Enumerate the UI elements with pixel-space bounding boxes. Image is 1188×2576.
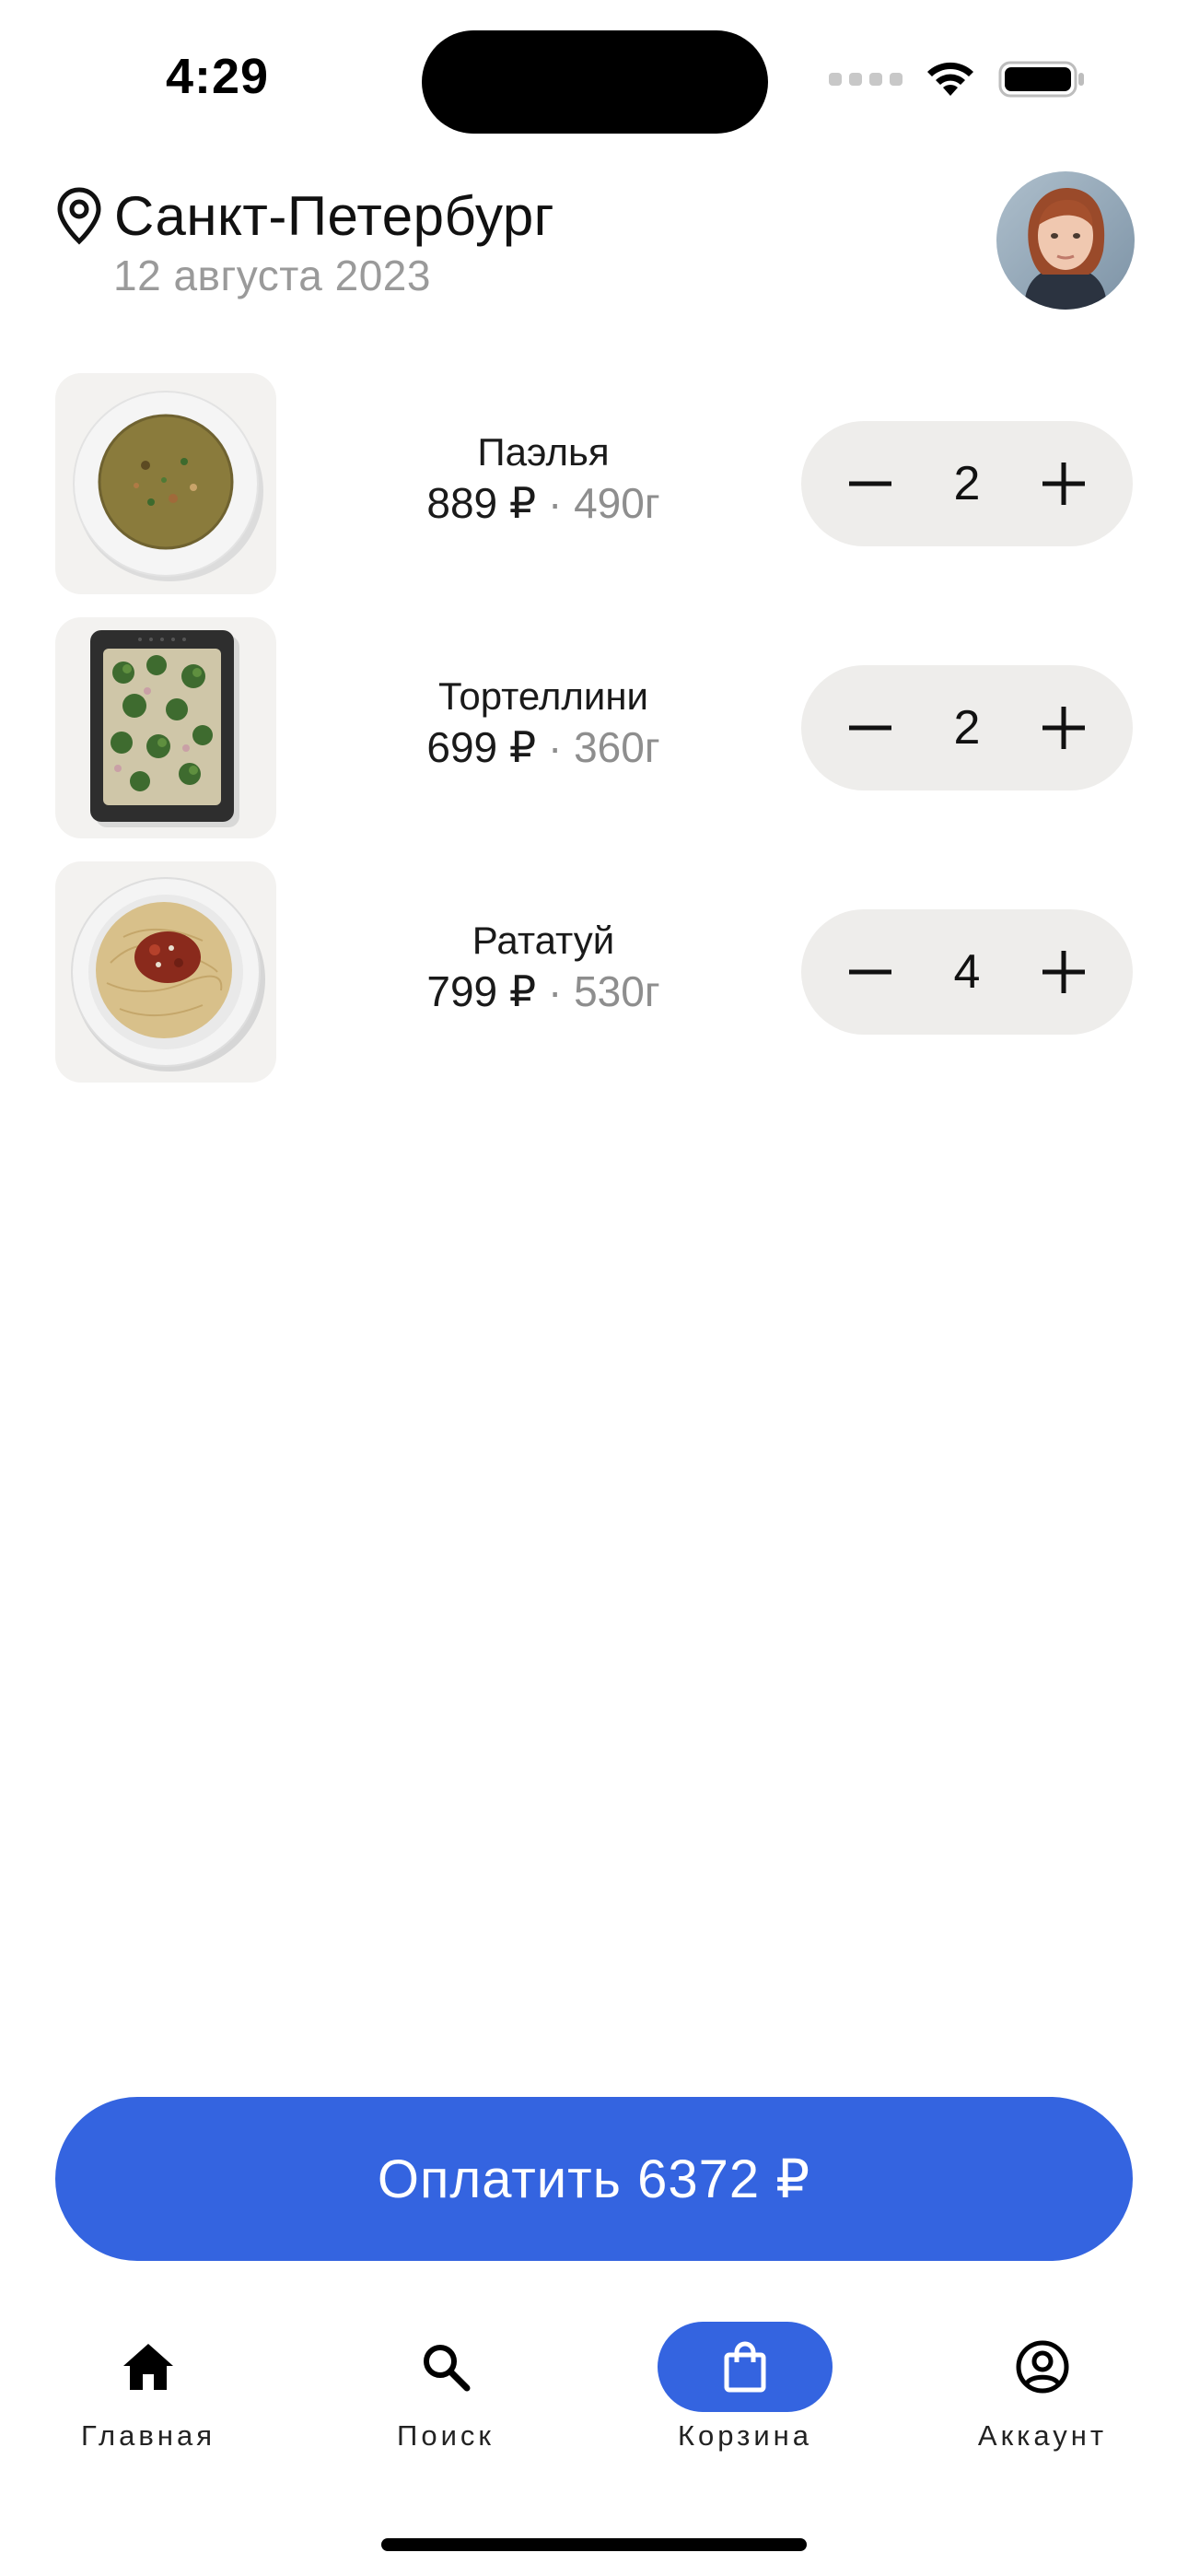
status-time: 4:29 [166, 49, 270, 104]
item-meta: 889 ₽ · 490г [359, 478, 728, 528]
item-image-tray[interactable] [55, 617, 276, 838]
decrement-button[interactable] [838, 451, 903, 516]
plus-icon [1042, 951, 1085, 993]
account-icon [1016, 2340, 1069, 2394]
tab-label: Аккаунт [977, 2419, 1108, 2452]
city-name: Санкт-Петербург [114, 185, 555, 247]
increment-button[interactable] [1031, 451, 1096, 516]
shopping-bag-icon [724, 2341, 766, 2393]
cart-item: Паэлья 889 ₽ · 490г 2 [55, 373, 1133, 594]
item-meta: 799 ₽ · 530г [359, 966, 728, 1016]
search-icon [424, 2345, 471, 2392]
item-image-soup[interactable] [55, 373, 276, 594]
item-info: Паэлья 889 ₽ · 490г [359, 430, 728, 528]
plus-icon [1042, 463, 1085, 505]
tab-label: Главная [81, 2419, 215, 2452]
item-weight: 490г [574, 479, 660, 527]
quantity-value: 2 [953, 701, 981, 755]
plus-icon [1042, 707, 1085, 749]
cellular-signal-icon [829, 73, 903, 86]
item-info: Тортеллини 699 ₽ · 360г [359, 674, 728, 772]
increment-button[interactable] [1031, 940, 1096, 1004]
item-price: 699 ₽ [426, 723, 537, 771]
decrement-button[interactable] [838, 696, 903, 760]
meta-separator: · [547, 479, 563, 527]
quantity-stepper: 4 [801, 909, 1133, 1035]
item-name: Паэлья [477, 430, 610, 474]
tab-home-icon-wrap [61, 2322, 236, 2412]
battery-icon [998, 59, 1087, 100]
quantity-stepper: 2 [801, 665, 1133, 790]
tab-account-icon-wrap [955, 2322, 1130, 2412]
meta-separator: · [547, 723, 563, 771]
item-weight: 360г [574, 723, 660, 771]
item-image-spaghetti[interactable] [55, 861, 276, 1083]
tab-label: Поиск [397, 2419, 495, 2452]
status-indicators [829, 59, 1087, 100]
item-price: 889 ₽ [426, 479, 537, 527]
pay-button[interactable]: Оплатить 6372 ₽ [55, 2097, 1133, 2261]
quantity-value: 2 [953, 457, 981, 510]
location-selector[interactable]: Санкт-Петербург [55, 184, 554, 248]
tab-bar: Главная Поиск Корзина Аккаунт [0, 2322, 1188, 2488]
avatar[interactable] [996, 171, 1135, 310]
item-name: Рататуй [472, 919, 615, 962]
dynamic-island [422, 30, 768, 134]
item-price: 799 ₽ [426, 967, 537, 1015]
tab-label: Корзина [677, 2419, 813, 2452]
minus-icon [849, 725, 891, 731]
tab-home[interactable]: Главная [38, 2322, 259, 2453]
location-pin-icon [55, 186, 103, 247]
item-info: Рататуй 799 ₽ · 530г [359, 919, 728, 1016]
minus-icon [849, 969, 891, 975]
home-indicator[interactable] [381, 2538, 807, 2551]
cart-item: Рататуй 799 ₽ · 530г 4 [55, 861, 1133, 1083]
cart-item: Тортеллини 699 ₽ · 360г 2 [55, 617, 1133, 838]
current-date: 12 августа 2023 [113, 252, 431, 299]
home-icon [123, 2344, 173, 2390]
item-name: Тортеллини [437, 674, 649, 718]
item-weight: 530г [574, 967, 660, 1015]
quantity-stepper: 2 [801, 421, 1133, 546]
tab-cart[interactable]: Корзина [635, 2322, 856, 2453]
pay-button-label: Оплатить 6372 ₽ [377, 2149, 811, 2209]
quantity-value: 4 [953, 945, 981, 999]
decrement-button[interactable] [838, 940, 903, 1004]
tab-search[interactable]: Поиск [335, 2322, 556, 2453]
wifi-icon [923, 59, 978, 100]
tab-search-icon-wrap [358, 2322, 533, 2412]
meta-separator: · [547, 967, 563, 1015]
tab-cart-icon-wrap [658, 2322, 833, 2412]
increment-button[interactable] [1031, 696, 1096, 760]
tab-account[interactable]: Аккаунт [932, 2322, 1153, 2453]
minus-icon [849, 481, 891, 486]
item-meta: 699 ₽ · 360г [359, 722, 728, 772]
